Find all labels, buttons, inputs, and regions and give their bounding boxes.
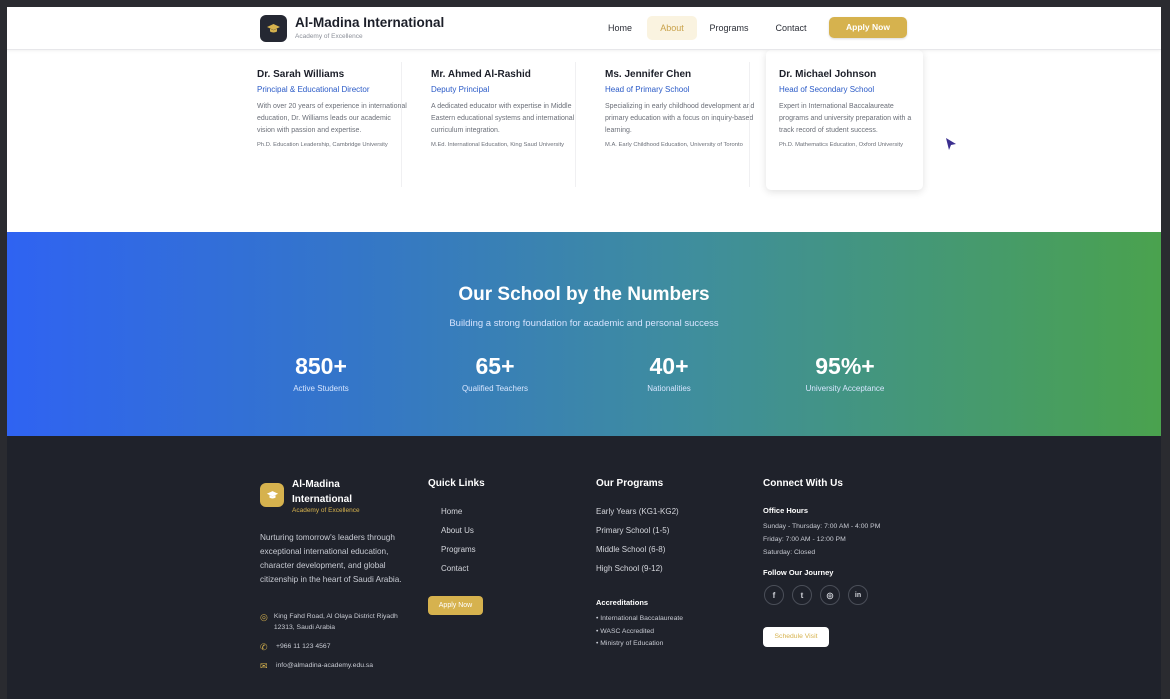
brand-name[interactable]: Al-Madina International bbox=[295, 15, 444, 30]
stat-item: 40+ Nationalities bbox=[589, 353, 749, 393]
stat-value: 95%+ bbox=[815, 353, 875, 379]
staff-credential: M.Ed. International Education, King Saud… bbox=[431, 142, 565, 149]
stat-label: Active Students bbox=[293, 384, 349, 393]
card-divider bbox=[401, 62, 402, 187]
linkedin-icon[interactable]: in bbox=[848, 585, 868, 605]
mail-icon: ✉ bbox=[260, 661, 268, 671]
staff-role: Head of Primary School bbox=[605, 85, 690, 94]
stat-value: 850+ bbox=[295, 353, 347, 379]
nav-about[interactable]: About bbox=[647, 16, 697, 40]
card-divider bbox=[749, 62, 750, 187]
staff-credential: M.A. Early Childhood Education, Universi… bbox=[605, 142, 743, 149]
twitter-icon[interactable]: t bbox=[792, 585, 812, 605]
location-pin-icon: ◎ bbox=[260, 612, 268, 622]
program-item[interactable]: Primary School (1-5) bbox=[596, 526, 669, 535]
stats-section: Our School by the Numbers Building a str… bbox=[7, 232, 1161, 436]
staff-role: Deputy Principal bbox=[431, 85, 490, 94]
staff-card: Dr. Sarah Williams Principal & Education… bbox=[253, 50, 413, 190]
office-hours-line: Sunday - Thursday: 7:00 AM - 4:00 PM bbox=[763, 523, 881, 530]
stat-item: 65+ Qualified Teachers bbox=[415, 353, 575, 393]
card-divider bbox=[575, 62, 576, 187]
program-item[interactable]: Early Years (KG1-KG2) bbox=[596, 507, 679, 516]
stat-label: University Acceptance bbox=[805, 384, 885, 393]
staff-description: With over 20 years of experience in inte… bbox=[257, 103, 407, 134]
address-row: ◎ King Fahd Road, Al Olaya District Riya… bbox=[260, 612, 400, 633]
staff-name: Mr. Ahmed Al-Rashid bbox=[431, 69, 531, 80]
staff-description: Specializing in early childhood developm… bbox=[605, 103, 755, 134]
staff-card: Mr. Ahmed Al-Rashid Deputy Principal A d… bbox=[427, 50, 587, 190]
phone-icon: ✆ bbox=[260, 642, 268, 652]
stat-label: Nationalities bbox=[647, 384, 691, 393]
staff-name: Dr. Michael Johnson bbox=[779, 69, 877, 80]
stats-title: Our School by the Numbers bbox=[458, 284, 710, 305]
brand-tagline: Academy of Excellence bbox=[295, 33, 363, 40]
follow-heading: Follow Our Journey bbox=[763, 568, 834, 577]
staff-card-hovered[interactable]: Dr. Michael Johnson Head of Secondary Sc… bbox=[766, 50, 923, 190]
stats-subtitle: Building a strong foundation for academi… bbox=[449, 318, 719, 329]
accreditation-item: • International Baccalaureate bbox=[596, 615, 684, 622]
stat-item: 95%+ University Acceptance bbox=[765, 353, 925, 393]
apply-now-button[interactable]: Apply Now bbox=[829, 17, 907, 38]
mouse-cursor-icon bbox=[945, 137, 957, 156]
facebook-icon[interactable]: f bbox=[764, 585, 784, 605]
nav-home[interactable]: Home bbox=[602, 16, 638, 40]
staff-role: Head of Secondary School bbox=[779, 85, 875, 94]
accreditation-item: • WASC Accredited bbox=[596, 628, 655, 635]
staff-credential: Ph.D. Mathematics Education, Oxford Univ… bbox=[779, 142, 904, 149]
program-item[interactable]: High School (9-12) bbox=[596, 564, 663, 573]
program-item[interactable]: Middle School (6-8) bbox=[596, 545, 665, 554]
browser-frame: Al-Madina International Academy of Excel… bbox=[0, 0, 1170, 699]
site-footer: Al-Madina International Academy of Excel… bbox=[7, 436, 1161, 699]
staff-name: Dr. Sarah Williams bbox=[257, 69, 345, 80]
schedule-visit-button[interactable]: Schedule Visit bbox=[763, 627, 829, 647]
programs-heading: Our Programs bbox=[596, 478, 664, 489]
footer-link-contact[interactable]: Contact bbox=[441, 564, 469, 573]
footer-brand-name: Al-Madina International bbox=[292, 479, 353, 505]
address-text: King Fahd Road, Al Olaya District Riyadh… bbox=[273, 613, 398, 631]
staff-name: Ms. Jennifer Chen bbox=[605, 69, 692, 80]
email-text[interactable]: info@almadina-academy.edu.sa bbox=[276, 661, 373, 672]
footer-brand-tagline: Academy of Excellence bbox=[292, 507, 360, 514]
site-header: Al-Madina International Academy of Excel… bbox=[7, 7, 1161, 50]
page-viewport[interactable]: Al-Madina International Academy of Excel… bbox=[7, 7, 1161, 699]
instagram-icon[interactable]: ◎ bbox=[820, 585, 840, 605]
footer-apply-button[interactable]: Apply Now bbox=[428, 596, 483, 615]
footer-link-home[interactable]: Home bbox=[441, 507, 462, 516]
stat-item: 850+ Active Students bbox=[241, 353, 401, 393]
office-hours-heading: Office Hours bbox=[763, 506, 809, 515]
office-hours-line: Friday: 7:00 AM - 12:00 PM bbox=[763, 536, 846, 543]
staff-credential: Ph.D. Education Leadership, Cambridge Un… bbox=[257, 142, 388, 149]
stat-label: Qualified Teachers bbox=[461, 384, 529, 393]
staff-description: Expert in International Baccalaureate pr… bbox=[779, 103, 912, 134]
staff-card: Ms. Jennifer Chen Head of Primary School… bbox=[601, 50, 761, 190]
nav-programs[interactable]: Programs bbox=[704, 16, 754, 40]
staff-description: A dedicated educator with expertise in M… bbox=[431, 103, 575, 134]
accreditation-item: • Ministry of Education bbox=[596, 640, 664, 647]
phone-row[interactable]: ✆ +966 11 123 4567 bbox=[260, 642, 331, 653]
office-hours-line: Saturday: Closed bbox=[763, 549, 816, 556]
graduation-cap-icon bbox=[260, 483, 284, 507]
connect-heading: Connect With Us bbox=[763, 478, 843, 489]
accreditations-heading: Accreditations bbox=[596, 598, 649, 607]
graduation-cap-icon[interactable] bbox=[260, 15, 287, 42]
footer-description: Nurturing tomorrow's leaders through exc… bbox=[260, 533, 402, 584]
footer-link-programs[interactable]: Programs bbox=[441, 545, 476, 554]
footer-link-about[interactable]: About Us bbox=[441, 526, 474, 535]
stat-value: 40+ bbox=[649, 353, 689, 379]
stat-value: 65+ bbox=[475, 353, 515, 379]
staff-role: Principal & Educational Director bbox=[257, 85, 370, 94]
quick-links-heading: Quick Links bbox=[428, 478, 485, 489]
phone-text[interactable]: +966 11 123 4567 bbox=[276, 642, 331, 653]
nav-contact[interactable]: Contact bbox=[767, 16, 815, 40]
email-row[interactable]: ✉ info@almadina-academy.edu.sa bbox=[260, 661, 373, 672]
